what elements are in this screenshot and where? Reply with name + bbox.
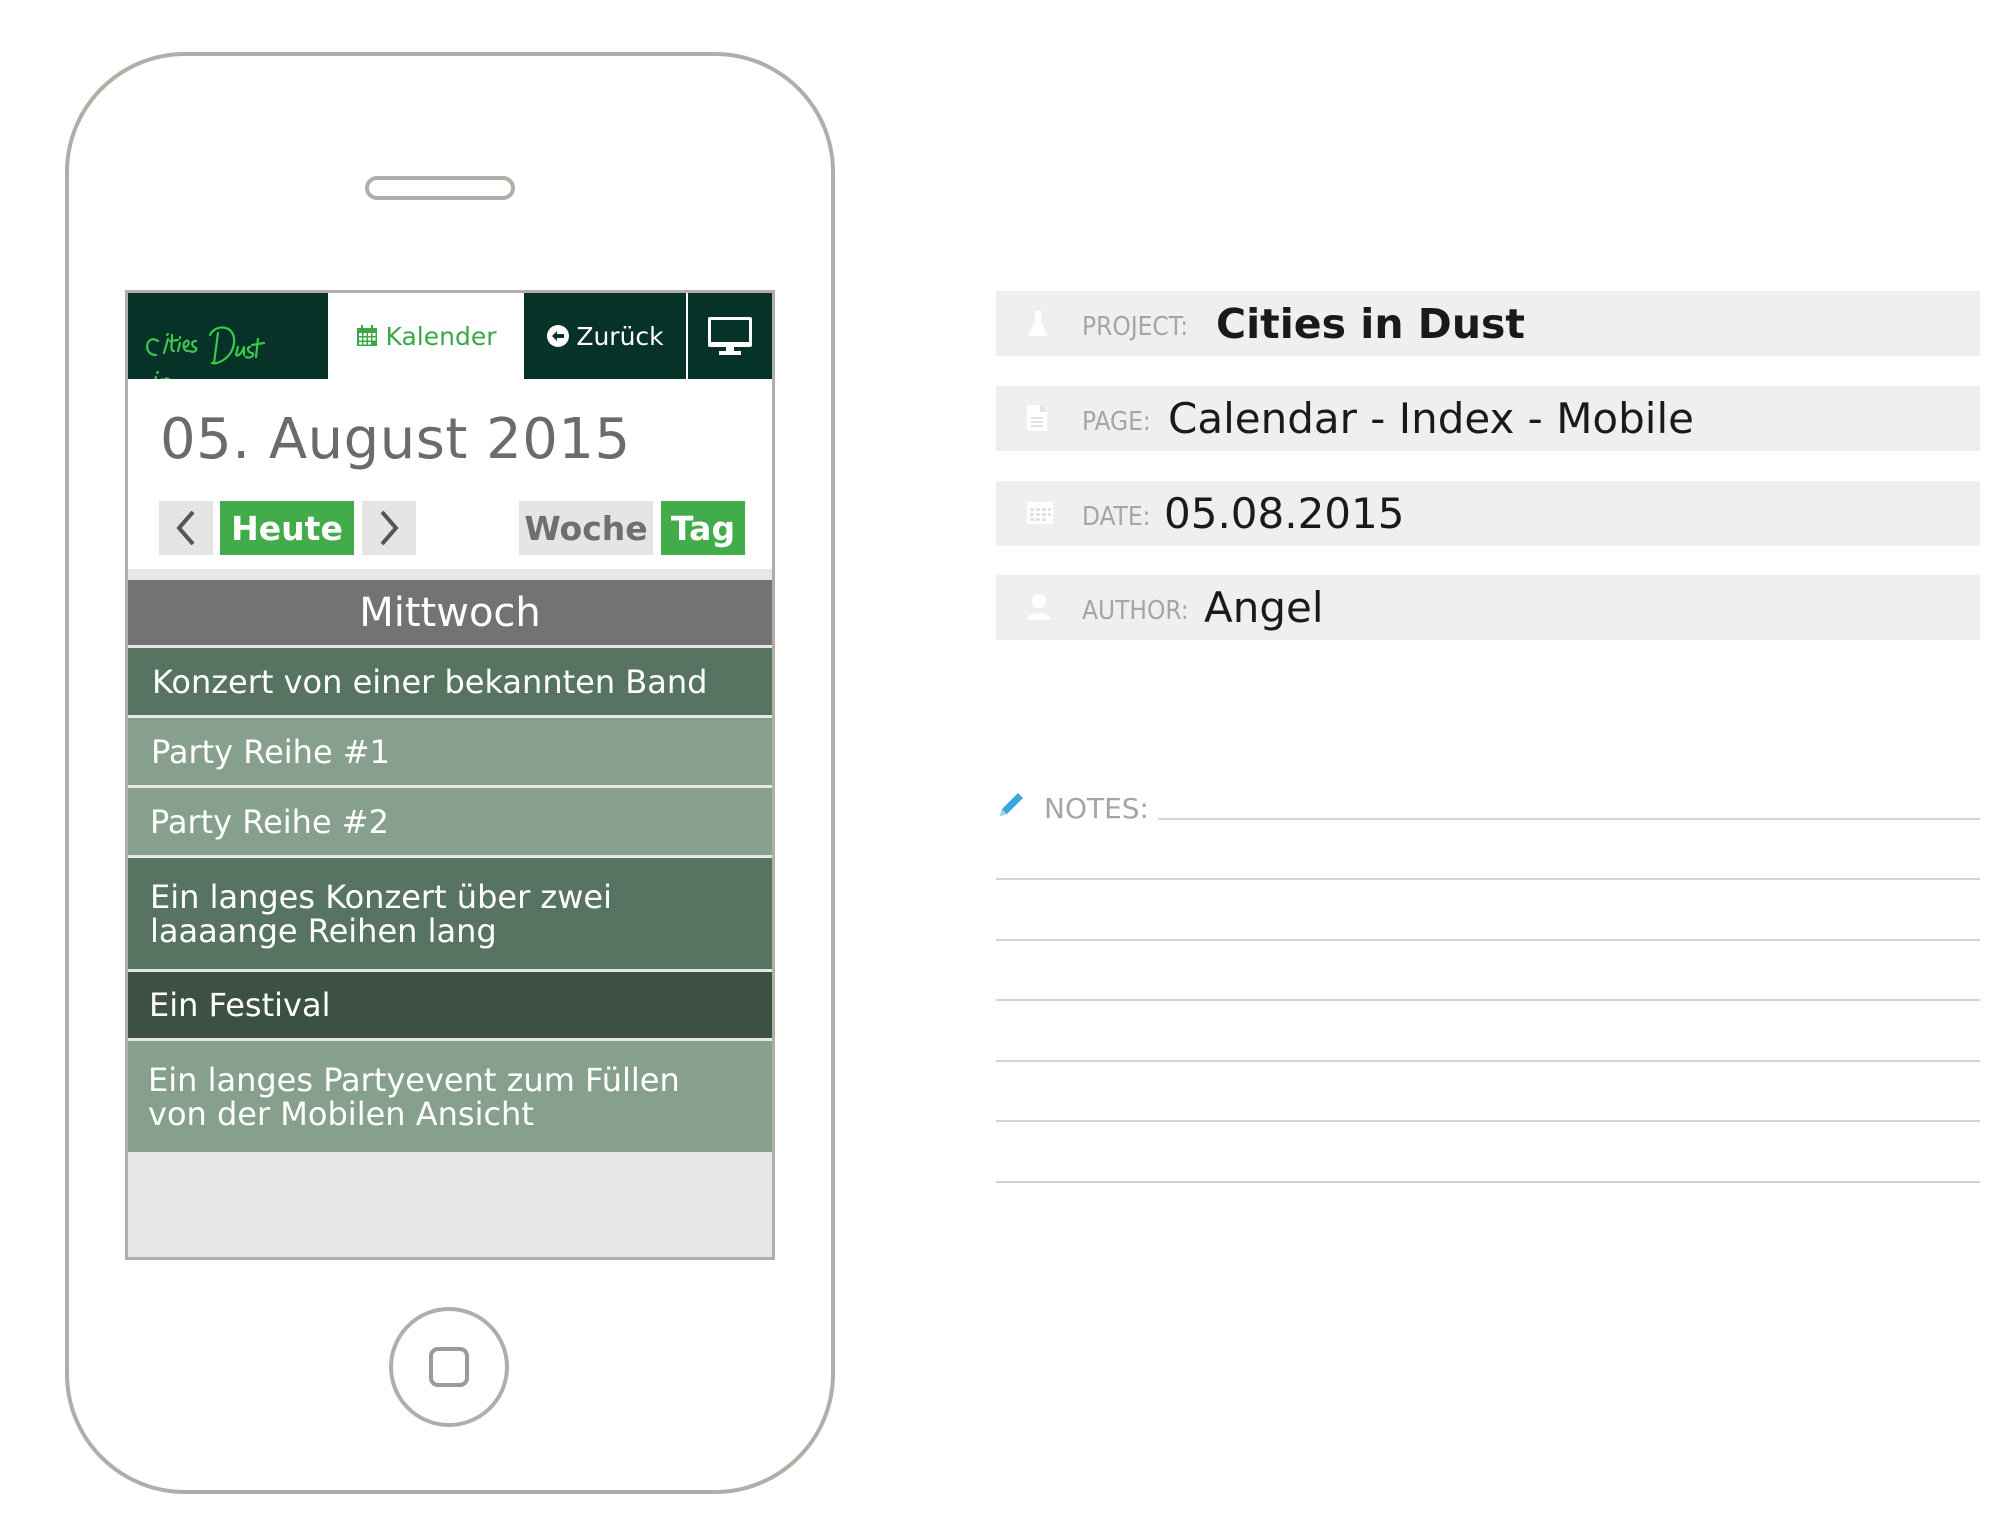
- page-value: Calendar - Index - Mobile: [1168, 394, 1694, 443]
- event-item[interactable]: Ein langes Konzert über zwei laaaange Re…: [128, 858, 772, 969]
- author-value: Angel: [1204, 583, 1324, 632]
- event-title: Party Reihe #1: [151, 732, 390, 771]
- project-value: Cities in Dust: [1216, 300, 1526, 348]
- back-button[interactable]: Zurück: [524, 293, 686, 379]
- phone-speaker: [365, 176, 515, 200]
- prev-button[interactable]: [159, 501, 213, 555]
- event-title: Ein langes Konzert über zwei laaaange Re…: [150, 877, 612, 950]
- phone-screen: Kalender Zurück 05. August 2015 Heute Wo…: [125, 290, 775, 1260]
- notes-line: [996, 878, 1980, 880]
- chevron-left-icon: [176, 510, 195, 546]
- app-topbar: Kalender Zurück: [128, 293, 772, 393]
- event-title: Party Reihe #2: [150, 802, 389, 841]
- document-icon: [1027, 405, 1047, 431]
- event-item[interactable]: Ein Festival: [128, 972, 772, 1038]
- event-item[interactable]: Ein langes Partyevent zum Füllen von der…: [128, 1041, 772, 1152]
- notes-label: NOTES:: [1044, 792, 1149, 825]
- chevron-right-icon: [380, 510, 399, 546]
- next-button[interactable]: [362, 501, 416, 555]
- desktop-view-button[interactable]: [688, 293, 772, 379]
- page-label: PAGE:: [1082, 407, 1151, 437]
- arrow-left-circle-icon: [547, 325, 570, 347]
- date-label: DATE:: [1082, 502, 1151, 532]
- event-title: Konzert von einer bekannten Band: [152, 662, 708, 701]
- back-button-label: Zurück: [576, 321, 664, 351]
- notes-line: [996, 1120, 1980, 1122]
- current-date-title: 05. August 2015: [160, 407, 631, 472]
- date-toolbar: 05. August 2015 Heute Woche Tag: [128, 379, 772, 569]
- event-item[interactable]: Party Reihe #1: [128, 718, 772, 785]
- flask-icon: [1028, 311, 1048, 336]
- notes-line: [996, 999, 1980, 1001]
- date-row: DATE: 05.08.2015: [996, 481, 1980, 546]
- author-label: AUTHOR:: [1082, 596, 1189, 626]
- day-header: Mittwoch: [128, 580, 772, 645]
- event-item[interactable]: Party Reihe #2: [128, 788, 772, 855]
- app-logo[interactable]: [128, 293, 328, 393]
- author-row: AUTHOR: Angel: [996, 575, 1980, 640]
- event-title: Ein Festival: [149, 986, 331, 1024]
- calendar-icon: [1027, 502, 1053, 524]
- date-value: 05.08.2015: [1164, 489, 1405, 538]
- calendar-icon: [356, 325, 377, 346]
- week-view-button[interactable]: Woche: [519, 501, 653, 555]
- desktop-monitor-icon: [708, 317, 752, 355]
- today-button[interactable]: Heute: [220, 501, 354, 555]
- day-view-button[interactable]: Tag: [661, 501, 745, 555]
- user-icon: [1027, 594, 1051, 620]
- notes-line: [996, 1181, 1980, 1183]
- page-row: PAGE: Calendar - Index - Mobile: [996, 386, 1980, 451]
- phone-home-button: [389, 1307, 509, 1427]
- event-title: Ein langes Partyevent zum Füllen von der…: [148, 1060, 680, 1133]
- nav-tab-calendar-label: Kalender: [385, 321, 497, 351]
- project-label: PROJECT:: [1082, 312, 1189, 342]
- event-item[interactable]: Konzert von einer bekannten Band: [128, 648, 772, 715]
- notes-line: [1158, 818, 1980, 820]
- project-row: PROJECT: Cities in Dust: [996, 291, 1980, 356]
- nav-tab-calendar[interactable]: Kalender: [328, 293, 524, 379]
- notes-line: [996, 1060, 1980, 1062]
- notes-line: [996, 939, 1980, 941]
- pencil-icon: [1000, 793, 1023, 816]
